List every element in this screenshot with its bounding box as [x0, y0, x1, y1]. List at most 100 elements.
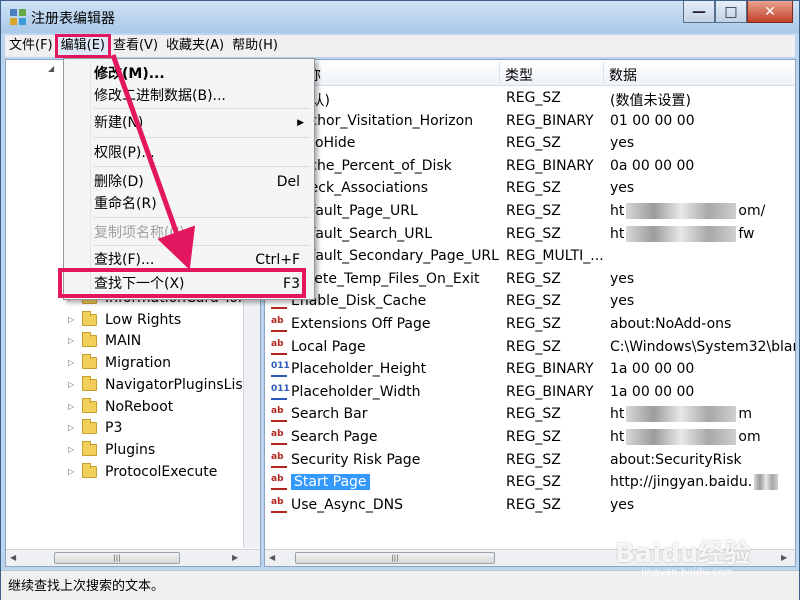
value-name-cell: 011 Placeholder_Height	[271, 361, 426, 377]
tree-item[interactable]: ▷ P3	[68, 417, 122, 438]
value-name: Local Page	[291, 339, 366, 355]
column-divider[interactable]	[499, 62, 500, 84]
tree-expand-arrow-icon[interactable]: ◢	[48, 64, 54, 73]
value-type: REG_SZ	[506, 226, 561, 242]
value-data: yes	[610, 271, 635, 287]
redacted-blur	[626, 406, 737, 422]
scroll-right-icon[interactable]: ▶	[781, 553, 787, 562]
edit-menu-item[interactable]: 修改二进制数据(B)...	[94, 85, 312, 107]
tree-item[interactable]: ▷ MAIN	[68, 330, 141, 351]
tree-item[interactable]: ▷ NavigatorPluginsList	[68, 374, 248, 395]
title-bar[interactable]: 注册表编辑器 — □ ✕	[1, 1, 799, 33]
list-row[interactable]: ab(默认)REG_SZ(数值未设置)	[265, 88, 795, 110]
scroll-right-icon[interactable]: ▶	[232, 553, 238, 562]
tree-expand-icon[interactable]: ▷	[68, 380, 78, 389]
list-row[interactable]: abCheck_AssociationsREG_SZyes	[265, 178, 795, 200]
column-header-type[interactable]: 类型	[505, 65, 533, 85]
tree-item[interactable]: ▷ Migration	[68, 352, 171, 373]
value-data-cell: 1a 00 00 00	[610, 361, 694, 377]
list-row[interactable]: abDefault_Page_URLREG_SZhtom/	[265, 201, 795, 223]
list-row[interactable]: abDefault_Secondary_Page_URLREG_MULTI_..…	[265, 246, 795, 268]
tree-expand-icon[interactable]: ▷	[68, 358, 78, 367]
minimize-button[interactable]: —	[683, 1, 715, 23]
menu-edit[interactable]: 编辑(E)	[54, 34, 111, 58]
menu-file[interactable]: 文件(F)	[5, 36, 57, 56]
list-row[interactable]: 011Cache_Percent_of_DiskREG_BINARY0a 00 …	[265, 156, 795, 178]
column-divider[interactable]	[603, 62, 604, 84]
binary-value-icon: 011	[271, 361, 290, 377]
value-type: REG_SZ	[506, 90, 561, 106]
edit-menu-item[interactable]: 修改(M)...	[94, 63, 312, 85]
tree-expand-icon[interactable]: ▷	[68, 467, 78, 476]
registry-editor-icon	[10, 9, 26, 25]
tree-item[interactable]: ▷ Low Rights	[68, 309, 181, 330]
list-scroll-thumb[interactable]: |||	[295, 552, 495, 564]
redacted-blur	[754, 474, 779, 490]
value-data-cell: about:NoAdd-ons	[610, 316, 731, 332]
string-value-icon: ab	[271, 497, 287, 513]
tree-item[interactable]: ▷ Plugins	[68, 439, 155, 460]
value-name: Start Page	[291, 474, 370, 490]
tree-item-label: Low Rights	[105, 311, 182, 328]
folder-icon	[82, 331, 97, 347]
menu-gutter	[90, 61, 91, 297]
value-data-cell: 01 00 00 00	[610, 113, 695, 129]
list-row[interactable]: 011 Placeholder_Height REG_BINARY 1a 00 00 …	[265, 359, 795, 381]
edit-menu-item[interactable]: 重命名(R)	[94, 193, 312, 215]
list-row[interactable]: ab Search Page REG_SZ ht om	[265, 427, 795, 449]
list-header: 名称 类型 数据	[265, 60, 795, 86]
caption-buttons: — □ ✕	[683, 1, 793, 23]
value-name: Search Bar	[291, 406, 368, 422]
list-row[interactable]: abDefault_Search_URLREG_SZhtfw	[265, 224, 795, 246]
value-type: REG_SZ	[506, 497, 561, 513]
list-row[interactable]: 011 Placeholder_Width REG_BINARY 1a 00 00 0…	[265, 382, 795, 404]
tree-expand-icon[interactable]: ▷	[68, 336, 78, 345]
edit-menu-dropdown: 修改(M)... 修改二进制数据(B)... 新建(N) ▶ 权限(P)... 删除(D)…	[63, 58, 315, 300]
tree-expand-icon[interactable]: ▷	[68, 445, 78, 454]
registry-editor-window: 注册表编辑器 — □ ✕ 文件(F) 编辑(E) 查看(V) 收藏夹(A) 帮助…	[0, 0, 800, 600]
tree-horizontal-scrollbar[interactable]: ◀ ||| ▶	[6, 549, 260, 566]
menu-help[interactable]: 帮助(H)	[228, 36, 282, 56]
value-type: REG_SZ	[506, 271, 561, 287]
value-name-cell: ab Start Page	[271, 474, 370, 490]
values-list-pane[interactable]: 名称 类型 数据 ab(默认)REG_SZ(数值未设置)011Anchor_Vi…	[264, 59, 796, 567]
tree-expand-icon[interactable]: ▷	[68, 423, 78, 432]
tree-expand-icon[interactable]: ▷	[68, 315, 78, 324]
menu-item-label: 复制项名称(C)	[94, 225, 185, 241]
value-name-cell: 011 Placeholder_Width	[271, 384, 420, 400]
list-row[interactable]: abDelete_Temp_Files_On_ExitREG_SZyes	[265, 269, 795, 291]
scroll-left-icon[interactable]: ◀	[269, 553, 275, 562]
edit-menu-item[interactable]: 权限(P)...	[94, 142, 312, 164]
list-row[interactable]: ab Local Page REG_SZ C:\Windows\System32\bl…	[265, 337, 795, 359]
maximize-button[interactable]: □	[715, 1, 747, 23]
binary-value-icon: 011	[271, 384, 290, 400]
value-type: REG_BINARY	[506, 158, 594, 174]
tree-item[interactable]: ▷ ProtocolExecute	[68, 461, 217, 482]
list-row[interactable]: ab Use_Async_DNS REG_SZ yes	[265, 495, 795, 517]
menu-view[interactable]: 查看(V)	[109, 36, 162, 56]
edit-menu-item[interactable]: 删除(D) Del	[94, 171, 312, 193]
list-row[interactable]: ab Start Page REG_SZ http://jingyan.baidu.	[265, 472, 795, 494]
list-row[interactable]: 011Anchor_Visitation_HorizonREG_BINARY01…	[265, 111, 795, 133]
list-row[interactable]: ab Search Bar REG_SZ ht m	[265, 404, 795, 426]
list-row[interactable]: abEnable_Disk_CacheREG_SZyes	[265, 291, 795, 313]
list-row[interactable]: ab Extensions Off Page REG_SZ about:NoAdd-o…	[265, 314, 795, 336]
value-data: (数值未设置)	[610, 93, 691, 109]
menu-favorites[interactable]: 收藏夹(A)	[162, 36, 228, 56]
column-header-data[interactable]: 数据	[609, 65, 637, 85]
tree-item[interactable]: ▷ NoReboot	[68, 396, 173, 417]
value-type: REG_SZ	[506, 406, 561, 422]
menu-item-label: 查找(F)...	[94, 252, 155, 268]
list-row[interactable]: ab Security Risk Page REG_SZ about:Security…	[265, 450, 795, 472]
list-row[interactable]: abAutoHideREG_SZyes	[265, 133, 795, 155]
redacted-blur	[626, 429, 737, 445]
value-type: REG_SZ	[506, 203, 561, 219]
value-name-cell: ab Search Page	[271, 429, 377, 445]
folder-icon	[82, 397, 97, 413]
close-button[interactable]: ✕	[747, 1, 793, 23]
tree-scroll-thumb[interactable]: |||	[54, 552, 180, 564]
tree-expand-icon[interactable]: ▷	[68, 402, 78, 411]
edit-menu-item[interactable]: 新建(N) ▶	[94, 112, 312, 134]
value-data-cell: ht om/	[610, 203, 765, 219]
scroll-left-icon[interactable]: ◀	[10, 553, 16, 562]
